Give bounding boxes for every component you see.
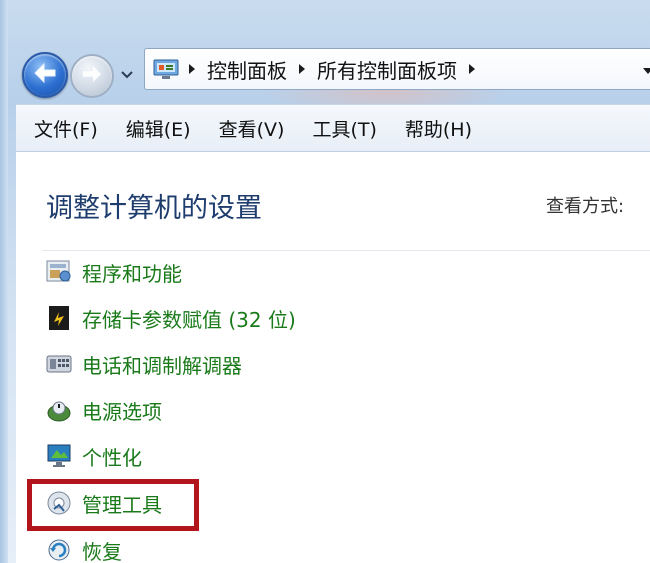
content-divider [42, 250, 650, 251]
item-label[interactable]: 电源选项 [82, 396, 162, 425]
menu-edit[interactable]: 编辑(E) [108, 115, 191, 142]
memory-card-icon [44, 303, 74, 333]
menu-view[interactable]: 查看(V) [201, 115, 285, 142]
breadcrumb-separator-icon[interactable] [291, 59, 313, 79]
personalization-icon [44, 441, 74, 471]
programs-features-icon [44, 257, 74, 287]
list-item-recovery[interactable]: 恢复 [44, 532, 122, 563]
item-label[interactable]: 电话和调制解调器 [82, 350, 242, 379]
recovery-icon [44, 535, 74, 563]
address-bar[interactable]: 控制面板 所有控制面板项 [144, 48, 650, 90]
item-label[interactable]: 恢复 [82, 536, 122, 563]
item-label[interactable]: 个性化 [82, 442, 142, 471]
forward-arrow-icon [81, 64, 103, 88]
power-options-icon [44, 395, 74, 425]
highlight-box [27, 479, 199, 531]
breadcrumb-separator-icon[interactable] [461, 59, 483, 79]
recent-pages-dropdown[interactable] [119, 66, 135, 80]
menu-file[interactable]: 文件(F) [16, 115, 98, 142]
list-item-power-options[interactable]: 电源选项 [44, 392, 162, 428]
list-item-personalization[interactable]: 个性化 [44, 438, 142, 474]
chevron-down-icon [121, 64, 133, 83]
address-dropdown-button[interactable] [640, 62, 650, 76]
phone-modem-icon [44, 349, 74, 379]
item-label[interactable]: 存储卡参数赋值 (32 位) [82, 304, 296, 333]
menu-help[interactable]: 帮助(H) [387, 115, 472, 142]
control-panel-content: 调整计算机的设置 查看方式: 程序和功能 存储卡参数赋值 (32 位) 电话和调… [16, 152, 650, 563]
back-button[interactable] [22, 52, 68, 98]
view-by-label[interactable]: 查看方式: [546, 192, 624, 218]
item-label[interactable]: 程序和功能 [82, 258, 182, 287]
breadcrumb-all-items[interactable]: 所有控制面板项 [313, 55, 461, 84]
page-title: 调整计算机的设置 [46, 193, 262, 224]
breadcrumb-control-panel[interactable]: 控制面板 [203, 55, 291, 84]
breadcrumb-separator-icon[interactable] [181, 59, 203, 79]
menu-bar: 文件(F) 编辑(E) 查看(V) 工具(T) 帮助(H) [16, 104, 650, 152]
back-arrow-icon [33, 62, 57, 88]
menu-tools[interactable]: 工具(T) [294, 115, 376, 142]
window-left-edge [0, 0, 8, 563]
chevron-down-icon [642, 60, 650, 79]
control-panel-icon [151, 56, 181, 82]
list-item-memory-card[interactable]: 存储卡参数赋值 (32 位) [44, 300, 296, 336]
list-item-programs-features[interactable]: 程序和功能 [44, 254, 182, 290]
forward-button[interactable] [70, 54, 114, 98]
list-item-phone-modem[interactable]: 电话和调制解调器 [44, 346, 242, 382]
